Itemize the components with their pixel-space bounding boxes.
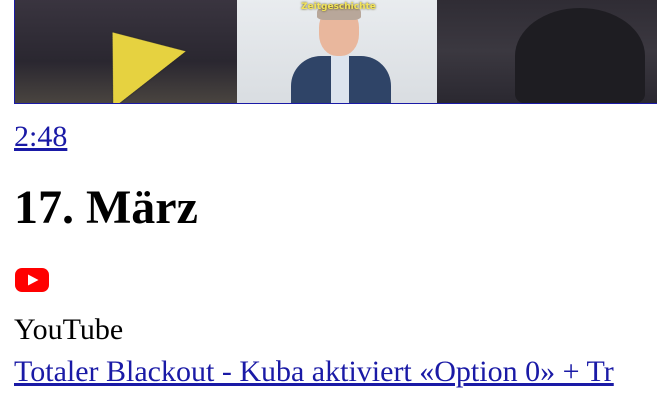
thumbnail-caption: Zeitgeschichte: [301, 2, 376, 12]
article-title-link[interactable]: Totaler Blackout - Kuba aktiviert «Optio…: [14, 354, 614, 390]
video-thumbnail-link[interactable]: Zeitgeschichte: [14, 0, 657, 104]
thumbnail-right-figure: [515, 8, 645, 103]
thumbnail-person-shirt: [331, 56, 349, 103]
youtube-icon: [15, 268, 49, 292]
source-name: YouTube: [14, 313, 124, 346]
date-heading: 17. März: [14, 181, 198, 234]
video-duration-link[interactable]: 2:48: [14, 119, 67, 155]
